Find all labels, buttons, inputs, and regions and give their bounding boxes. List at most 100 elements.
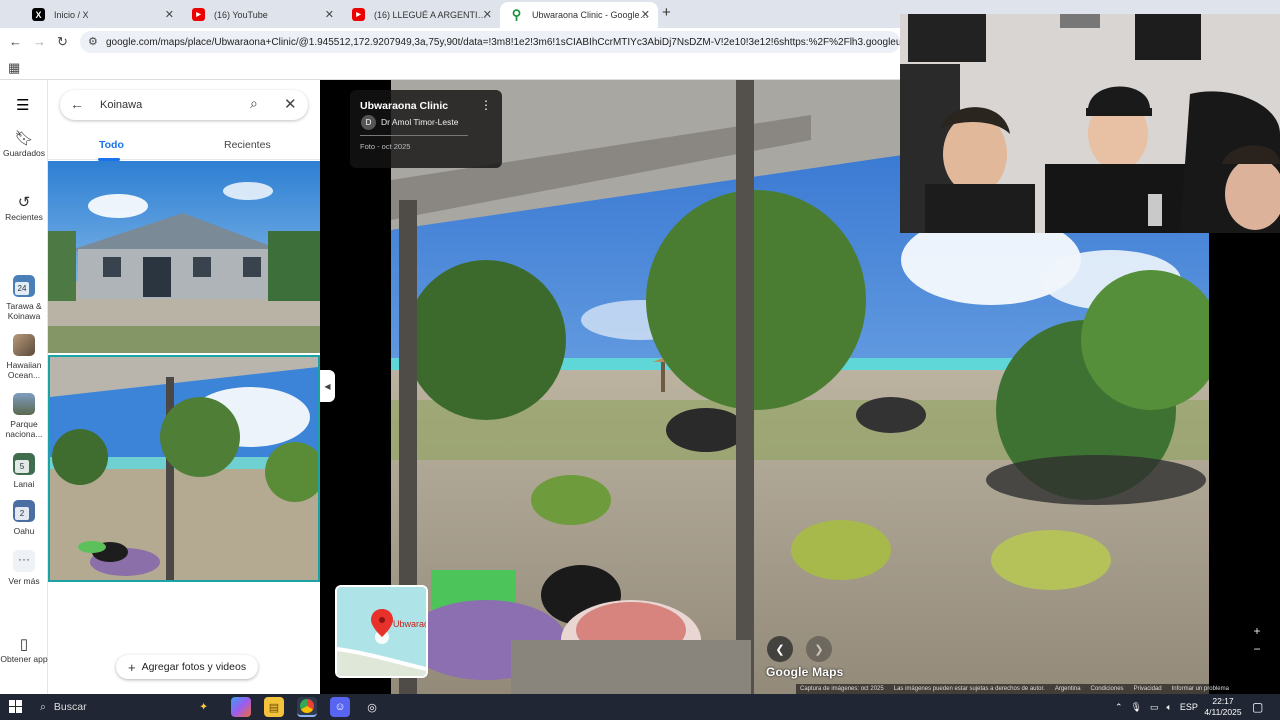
tab-youtube-video[interactable]: ▶ (16) LLEGUÉ A ARGENTINA... N ✕ xyxy=(342,2,500,28)
add-photos-button[interactable]: + Agregar fotos y videos xyxy=(116,655,259,679)
divider xyxy=(360,135,468,136)
tab-google-maps[interactable]: ⚲ Ubwaraona Clinic - Google Map ✕ xyxy=(500,2,658,28)
more-options-icon[interactable]: ⋮ xyxy=(480,98,492,112)
place-thumbnail: 5 xyxy=(13,453,35,475)
language-indicator[interactable]: ESP xyxy=(1180,702,1198,712)
plus-icon: + xyxy=(128,659,136,675)
rail-place-parque[interactable]: Parque naciona... xyxy=(0,393,48,439)
search-input[interactable] xyxy=(100,95,240,115)
place-label: Oahu xyxy=(13,526,35,536)
google-maps-icon: ⚲ xyxy=(511,6,522,22)
network-icon[interactable]: ▭ xyxy=(1150,702,1159,713)
close-icon[interactable]: ✕ xyxy=(641,8,650,21)
forward-icon[interactable]: → xyxy=(33,34,46,49)
prev-photo-button[interactable]: ❮ xyxy=(767,636,793,662)
close-icon[interactable]: ✕ xyxy=(325,8,334,21)
rail-recent-label: Recientes xyxy=(5,212,43,222)
site-info-icon[interactable]: ⚙ xyxy=(88,35,98,48)
webcam-image xyxy=(900,14,1280,233)
rail-place-tarawa[interactable]: 24 Tarawa & Koinawa xyxy=(0,275,48,321)
capture-date: Captura de imágenes: oct 2025 xyxy=(800,686,884,692)
collapse-panel-button[interactable]: ◀ xyxy=(320,370,335,402)
place-thumbnail xyxy=(13,393,35,415)
privacy-link[interactable]: Privacidad xyxy=(1134,686,1162,692)
close-icon[interactable]: ✕ xyxy=(165,8,174,21)
rail-recent[interactable]: ↺ Recientes xyxy=(0,195,48,222)
place-thumbnail xyxy=(13,334,35,356)
chevron-up-icon[interactable]: ⌃ xyxy=(1115,702,1123,713)
place-thumbnail: 2 xyxy=(13,500,35,522)
attribution-bar: Captura de imágenes: oct 2025 Las imágen… xyxy=(796,684,1280,694)
side-panel: ← ⌕ ✕ Todo Recientes xyxy=(48,80,320,694)
mini-map[interactable]: Ubwarao xyxy=(335,585,428,678)
next-photo-button[interactable]: ❯ xyxy=(806,636,832,662)
taskbar-search-label: Buscar xyxy=(53,701,87,713)
taskbar-search[interactable]: ⌕ Buscar ✦ xyxy=(34,696,214,718)
building-photo xyxy=(48,161,320,353)
tab-title: (16) YouTube xyxy=(214,10,268,20)
tab-x[interactable]: X Inicio / X ✕ xyxy=(22,2,182,28)
back-arrow-icon[interactable]: ← xyxy=(70,96,84,112)
mini-map-label: Ubwarao xyxy=(393,619,428,629)
clock-date: 4/11/2025 xyxy=(1204,707,1242,717)
terms-link[interactable]: Condiciones xyxy=(1091,686,1124,692)
rail-more-label: Ver más xyxy=(8,576,40,586)
yard-photo xyxy=(50,357,318,580)
zoom-in-button[interactable]: + xyxy=(1248,622,1266,640)
maps-nav-rail: ☰ 🔖︎ Guardados ↺ Recientes 24 Tarawa & K… xyxy=(0,80,48,694)
more-icon: ··· xyxy=(13,550,35,572)
youtube-icon: ▶ xyxy=(192,8,205,21)
tab-youtube[interactable]: ▶ (16) YouTube ✕ xyxy=(182,2,342,28)
rail-saved[interactable]: 🔖︎ Guardados xyxy=(0,130,48,158)
author-name[interactable]: Dr Amol Timor-Leste xyxy=(381,117,458,127)
clock-time: 22:17 xyxy=(1212,696,1234,706)
author-avatar[interactable]: D xyxy=(361,115,376,130)
rail-place-hawaiian[interactable]: Hawaiian Ocean... xyxy=(0,334,48,380)
search-icon[interactable]: ⌕ xyxy=(250,95,258,112)
photo-date: Foto - oct 2025 xyxy=(360,142,411,151)
apps-grid-icon[interactable]: ▦ xyxy=(8,60,20,76)
windows-start-icon[interactable] xyxy=(9,700,22,713)
microphone-icon[interactable]: 🎙︎ xyxy=(1131,702,1142,713)
reload-icon[interactable]: ↻ xyxy=(57,34,68,50)
place-thumbnail: 24 xyxy=(13,275,35,297)
discord-icon[interactable]: ☺ xyxy=(330,697,350,717)
region-link[interactable]: Argentina xyxy=(1055,686,1081,692)
tab-all[interactable]: Todo xyxy=(99,139,124,151)
photo-info-card: Ubwaraona Clinic ⋮ D Dr Amol Timor-Leste… xyxy=(350,90,502,168)
photo-thumbnail-selected[interactable] xyxy=(48,355,320,582)
file-explorer-icon[interactable]: ▤ xyxy=(264,697,284,717)
mini-map-graphic xyxy=(337,587,426,676)
sparkle-icon: ✦ xyxy=(199,701,208,713)
clear-icon[interactable]: ✕ xyxy=(284,95,297,113)
bookmark-icon: 🔖︎ xyxy=(14,130,34,147)
volume-icon[interactable]: 🔈︎ xyxy=(1167,702,1172,713)
zoom-out-button[interactable]: − xyxy=(1248,640,1266,658)
clock[interactable]: 22:17 4/11/2025 xyxy=(1200,696,1246,718)
rail-saved-label: Guardados xyxy=(2,148,46,158)
place-name[interactable]: Ubwaraona Clinic xyxy=(360,100,448,112)
photo-thumbnail-building[interactable] xyxy=(48,161,320,353)
chrome-icon[interactable] xyxy=(297,697,317,717)
rail-place-lanai[interactable]: 5 Lanai xyxy=(0,453,48,489)
close-icon[interactable]: ✕ xyxy=(483,8,492,21)
notifications-icon[interactable]: ▢ xyxy=(1252,700,1263,714)
report-problem-link[interactable]: Informar un problema xyxy=(1172,686,1229,692)
back-icon[interactable]: ← xyxy=(9,34,22,49)
new-tab-button[interactable]: + xyxy=(662,4,671,21)
place-label: Hawaiian Ocean... xyxy=(6,360,42,380)
add-photos-label: Agregar fotos y videos xyxy=(141,661,247,673)
webcam-overlay xyxy=(900,14,1280,233)
obs-icon[interactable]: ◎ xyxy=(362,697,382,717)
tab-recent[interactable]: Recientes xyxy=(224,139,271,151)
search-icon: ⌕ xyxy=(40,700,46,713)
copilot-icon[interactable] xyxy=(231,697,251,717)
menu-icon[interactable]: ☰ xyxy=(16,96,29,114)
rail-place-oahu[interactable]: 2 Oahu xyxy=(0,500,48,536)
system-tray: ⌃ 🎙︎ ▭ 🔈︎ ESP xyxy=(1115,694,1198,720)
address-bar[interactable]: ⚙ google.com/maps/place/Ubwaraona+Clinic… xyxy=(80,31,900,53)
x-logo-icon: X xyxy=(32,8,45,21)
rail-get-app[interactable]: ▯ Obtener app xyxy=(0,636,48,664)
rail-more[interactable]: ··· Ver más xyxy=(0,550,48,586)
phone-icon: ▯ xyxy=(19,636,29,653)
